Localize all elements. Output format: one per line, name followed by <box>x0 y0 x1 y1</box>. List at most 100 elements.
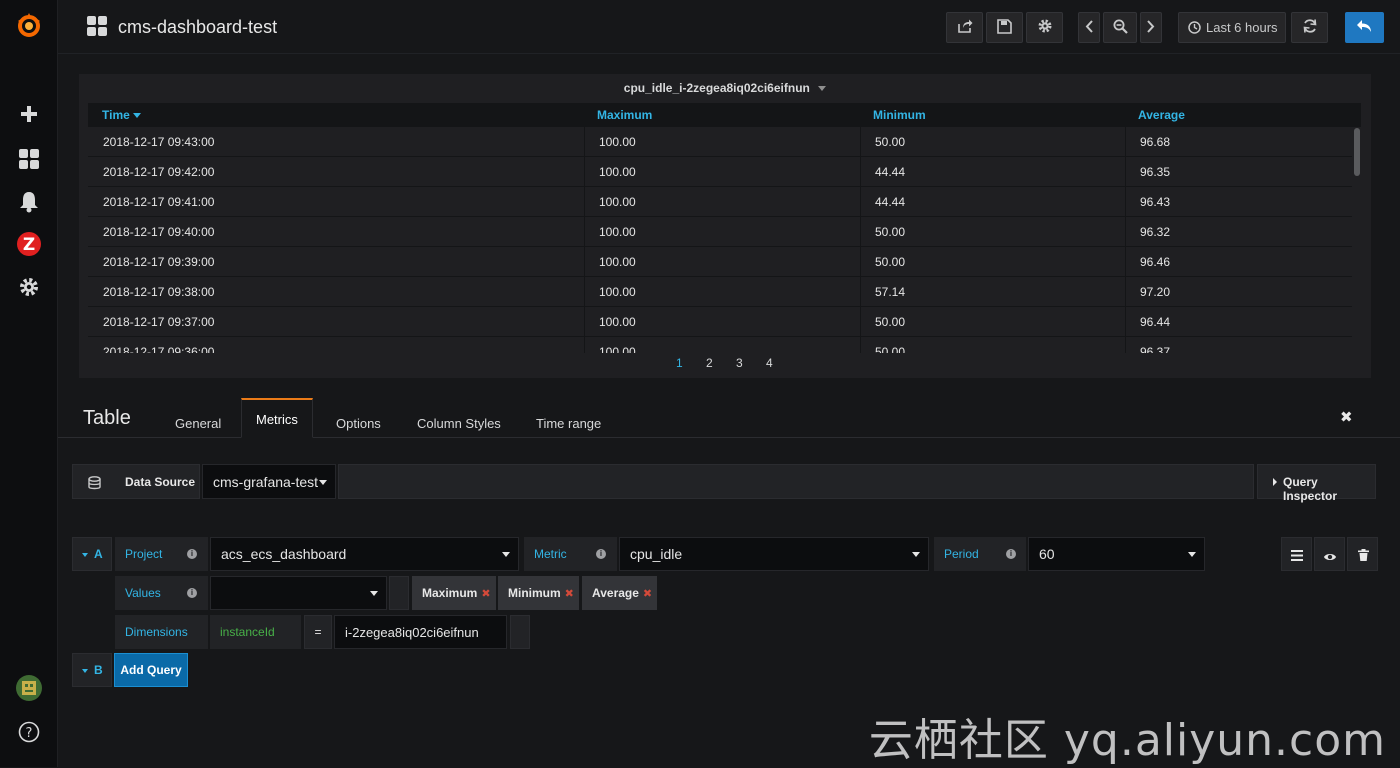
metric-label: Metric <box>534 547 567 561</box>
query-menu-button[interactable] <box>1281 537 1312 571</box>
tab-column-styles[interactable]: Column Styles <box>417 416 501 431</box>
table-row: 2018-12-17 09:40:00 100.00 50.00 96.32 <box>88 217 1352 247</box>
page-link-2[interactable]: 2 <box>706 356 713 370</box>
help-icon[interactable]: ? <box>0 712 58 752</box>
caret-down-icon <box>818 86 827 92</box>
caret-down-icon <box>502 552 510 557</box>
refresh-button[interactable] <box>1291 12 1328 43</box>
add-query-button[interactable]: Add Query <box>114 653 188 687</box>
page-link-1[interactable]: 1 <box>676 356 683 370</box>
project-select[interactable]: acs_ecs_dashboard <box>210 537 519 571</box>
info-icon[interactable]: i <box>187 549 197 559</box>
table-scrollbar[interactable] <box>1354 128 1360 176</box>
cell-time: 2018-12-17 09:36:00 <box>103 345 215 353</box>
tab-time-range[interactable]: Time range <box>536 416 601 431</box>
grafana-logo-icon[interactable] <box>0 6 58 46</box>
value-chip-maximum[interactable]: Maximum ✖ <box>412 576 496 610</box>
remove-chip-icon[interactable]: ✖ <box>481 587 490 600</box>
remove-query-button[interactable] <box>1347 537 1378 571</box>
datasource-label: Data Source <box>125 475 196 489</box>
tab-metrics[interactable]: Metrics <box>241 398 313 438</box>
datasource-label-box: Data Source <box>72 464 200 499</box>
query-b-toggle[interactable]: B <box>72 653 112 687</box>
period-label: Period <box>944 547 979 561</box>
panel-title[interactable]: cpu_idle_i-2zegea8iq02ci6eifnun <box>79 81 1371 95</box>
column-header-average[interactable]: Average <box>1138 108 1185 122</box>
cell-minimum: 50.00 <box>860 217 1125 247</box>
share-icon <box>957 18 973 37</box>
caret-down-icon <box>1188 552 1196 557</box>
datasource-select[interactable]: cms-grafana-test <box>202 464 336 499</box>
editor-title: Table <box>83 407 131 429</box>
save-button[interactable] <box>986 12 1023 43</box>
value-chip-average[interactable]: Average ✖ <box>582 576 657 610</box>
zabbix-icon[interactable]: Z <box>0 224 58 264</box>
dashboards-icon[interactable] <box>0 139 58 179</box>
database-icon <box>88 476 101 493</box>
settings-icon <box>1037 18 1053 37</box>
info-icon[interactable]: i <box>187 588 197 598</box>
column-header-time[interactable]: Time <box>102 108 142 122</box>
query-a-toggle[interactable]: A <box>72 537 112 571</box>
column-header-minimum[interactable]: Minimum <box>873 108 926 122</box>
time-range-label: Last 6 hours <box>1206 20 1278 35</box>
back-to-dashboard-button[interactable] <box>1345 12 1384 43</box>
user-avatar-icon[interactable] <box>0 668 58 708</box>
time-picker-button[interactable]: Last 6 hours <box>1178 12 1286 43</box>
caret-down-icon <box>912 552 920 557</box>
bell-icon[interactable] <box>0 182 58 222</box>
info-icon[interactable]: i <box>596 549 606 559</box>
tab-options[interactable]: Options <box>336 416 381 431</box>
info-icon[interactable]: i <box>1006 549 1016 559</box>
cell-maximum: 100.00 <box>584 337 860 353</box>
dimension-operator[interactable]: = <box>304 615 332 649</box>
share-button[interactable] <box>946 12 983 43</box>
value-chip-minimum[interactable]: Minimum ✖ <box>498 576 579 610</box>
dashboard-title[interactable]: cms-dashboard-test <box>118 17 277 38</box>
dimension-value-input[interactable]: i-2zegea8iq02ci6eifnun <box>334 615 507 649</box>
page-link-3[interactable]: 3 <box>736 356 743 370</box>
table-body: 2018-12-17 09:43:00 100.00 50.00 96.68 2… <box>88 127 1352 353</box>
collapse-caret-icon <box>82 669 88 673</box>
toggle-query-visibility-button[interactable] <box>1314 537 1345 571</box>
cell-minimum: 50.00 <box>860 127 1125 157</box>
close-editor-button[interactable]: ✖ <box>1340 408 1353 426</box>
period-select[interactable]: 60 <box>1028 537 1205 571</box>
cell-time: 2018-12-17 09:42:00 <box>103 165 215 179</box>
collapse-caret-icon <box>82 553 88 557</box>
dimension-key[interactable]: instanceId <box>210 615 301 649</box>
tab-general[interactable]: General <box>175 416 221 431</box>
values-select[interactable] <box>210 576 387 610</box>
query-inspector-button[interactable]: Query Inspector <box>1257 464 1376 503</box>
cell-time: 2018-12-17 09:38:00 <box>103 285 215 299</box>
table-row: 2018-12-17 09:36:00 100.00 50.00 96.37 <box>88 337 1352 353</box>
table-header: Time Maximum Minimum Average <box>88 103 1361 127</box>
page-link-4[interactable]: 4 <box>766 356 773 370</box>
trash-icon <box>1358 549 1369 564</box>
plus-icon[interactable] <box>0 94 58 134</box>
column-header-maximum[interactable]: Maximum <box>597 108 652 122</box>
time-shift-back-button[interactable] <box>1078 12 1100 43</box>
sort-desc-icon <box>133 113 142 119</box>
query-b-ref: B <box>94 663 103 677</box>
cell-average: 96.37 <box>1125 337 1352 353</box>
dashboard-settings-button[interactable] <box>1026 12 1063 43</box>
metric-select[interactable]: cpu_idle <box>619 537 929 571</box>
gear-icon[interactable] <box>0 267 58 307</box>
project-label: Project <box>125 547 163 561</box>
zoom-out-button[interactable] <box>1103 12 1137 43</box>
top-navbar: cms-dashboard-test Last 6 hours <box>58 0 1400 54</box>
time-shift-forward-button[interactable] <box>1140 12 1162 43</box>
cell-maximum: 100.00 <box>584 157 860 187</box>
remove-chip-icon[interactable]: ✖ <box>565 587 574 600</box>
cell-average: 96.68 <box>1125 127 1352 157</box>
metric-label-box: Metric i <box>524 537 617 571</box>
cell-maximum: 100.00 <box>584 127 860 157</box>
dashboards-icon[interactable] <box>86 15 108 40</box>
remove-chip-icon[interactable]: ✖ <box>643 587 652 600</box>
cell-minimum: 50.00 <box>860 337 1125 353</box>
eye-icon <box>1323 550 1337 565</box>
table-row: 2018-12-17 09:42:00 100.00 44.44 96.35 <box>88 157 1352 187</box>
cell-time: 2018-12-17 09:43:00 <box>103 135 215 149</box>
svg-text:Z: Z <box>23 235 35 255</box>
